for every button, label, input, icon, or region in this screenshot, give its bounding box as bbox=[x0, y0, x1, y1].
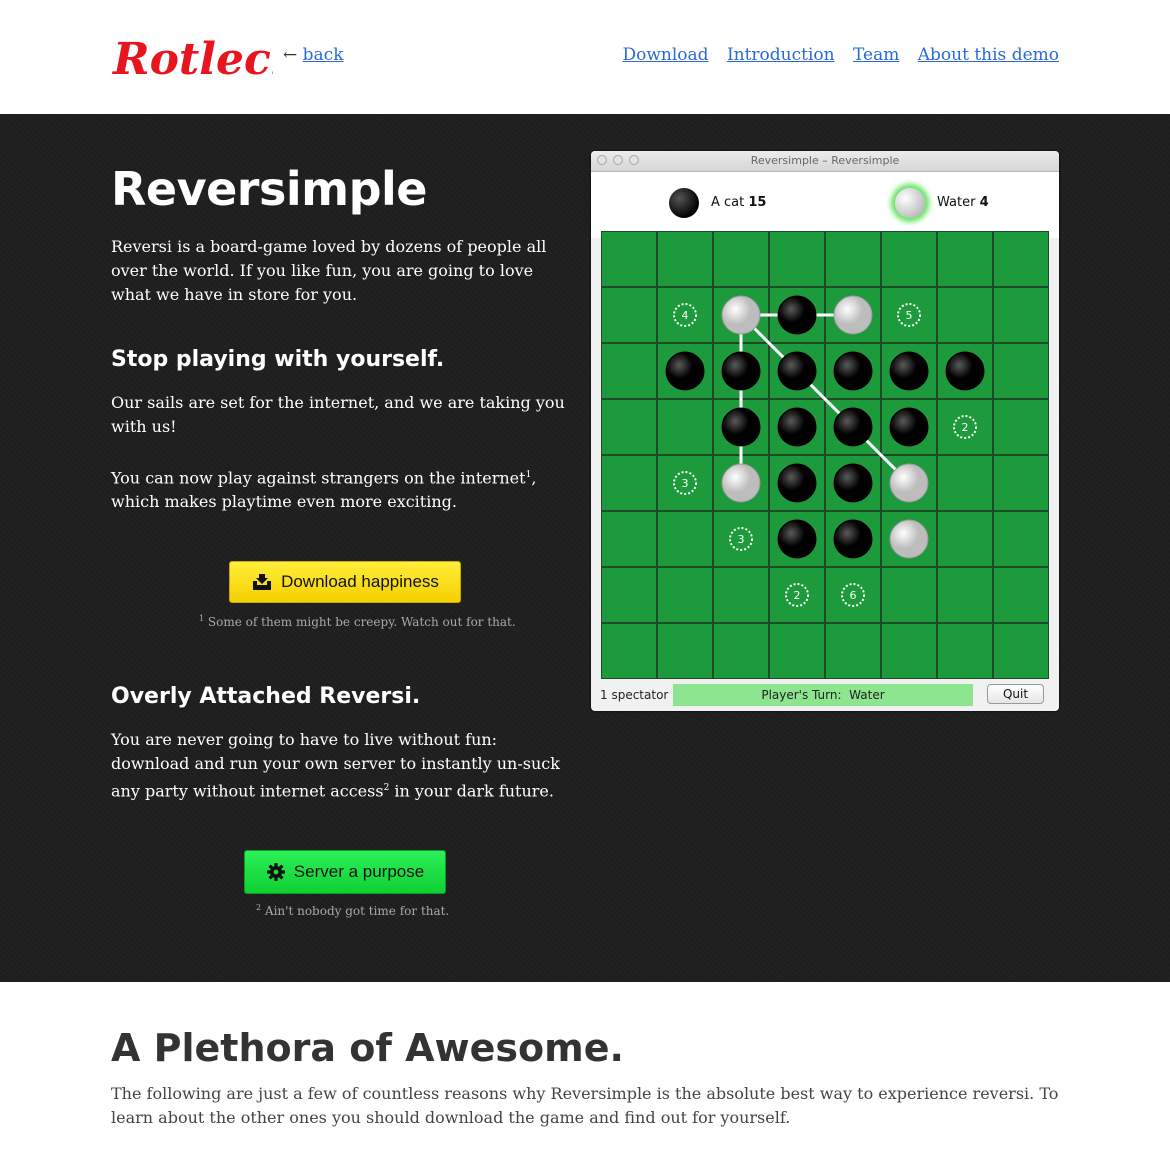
white-piece bbox=[833, 295, 873, 335]
footnote-2-text: Ain't nobody got time for that. bbox=[264, 904, 450, 918]
black-piece bbox=[833, 351, 873, 391]
minimize-window-button[interactable] bbox=[613, 155, 623, 165]
player1-name: A cat bbox=[711, 195, 745, 210]
footnote-1-text: Some of them might be creepy. Watch out … bbox=[207, 615, 516, 629]
black-piece bbox=[889, 407, 929, 447]
player1-piece-icon bbox=[669, 188, 699, 218]
zoom-window-button[interactable] bbox=[629, 155, 639, 165]
player1-label: A cat 15 bbox=[711, 195, 766, 210]
white-piece bbox=[889, 519, 929, 559]
download-button[interactable]: Download happiness bbox=[229, 561, 461, 603]
offline-text-end: in your dark future. bbox=[389, 781, 554, 801]
player1-score: 15 bbox=[748, 195, 767, 210]
download-tray-icon bbox=[253, 574, 272, 590]
black-piece bbox=[777, 351, 817, 391]
black-piece bbox=[665, 351, 705, 391]
black-piece bbox=[721, 351, 761, 391]
players-bar: A cat 15 Water 4 bbox=[591, 172, 1059, 238]
game-window: Reversimple – Reversimple A cat 15 Water… bbox=[591, 151, 1059, 711]
black-piece bbox=[833, 407, 873, 447]
offline-paragraph: You are never going to have to live with… bbox=[111, 728, 576, 803]
server-button-label: Server a purpose bbox=[293, 862, 425, 881]
black-piece bbox=[721, 407, 761, 447]
black-piece bbox=[945, 351, 985, 391]
white-piece bbox=[889, 463, 929, 503]
status-bar: 1 spectator Player's Turn: Water Quit bbox=[591, 682, 1059, 711]
features-title: A Plethora of Awesome. bbox=[111, 1026, 624, 1070]
intro-paragraph: Reversi is a board-game loved by dozens … bbox=[111, 237, 547, 304]
nav-team[interactable]: Team bbox=[853, 45, 899, 65]
game-board[interactable]: 4 5 2 3 3 2 6 bbox=[601, 231, 1049, 679]
hint-count: 5 bbox=[906, 309, 913, 322]
online-heading: Stop playing with yourself. bbox=[111, 347, 445, 372]
site-header: Rotlech ← back Download Introduction Tea… bbox=[0, 0, 1170, 114]
footnote-2: 2 Ain't nobody got time for that. bbox=[256, 903, 449, 918]
online-paragraph-1: Our sails are set for the internet, and … bbox=[111, 393, 565, 436]
black-piece bbox=[777, 407, 817, 447]
back-link[interactable]: back bbox=[303, 45, 344, 65]
black-piece bbox=[777, 295, 817, 335]
footnote-1: 1 Some of them might be creepy. Watch ou… bbox=[199, 614, 516, 629]
quit-button[interactable]: Quit bbox=[987, 684, 1044, 704]
turn-label: Player's Turn: bbox=[761, 688, 842, 702]
page-title: Reversimple bbox=[111, 162, 427, 216]
hint-count: 3 bbox=[682, 477, 689, 490]
footnote-2-mark: 2 bbox=[256, 903, 262, 912]
nav-about-demo[interactable]: About this demo bbox=[918, 45, 1059, 65]
server-button[interactable]: Server a purpose bbox=[244, 850, 446, 894]
turn-indicator: Player's Turn: Water bbox=[673, 684, 973, 706]
footnote-1-mark: 1 bbox=[199, 614, 205, 623]
hint-count: 3 bbox=[738, 533, 745, 546]
offline-heading: Overly Attached Reversi. bbox=[111, 684, 421, 709]
nav-download[interactable]: Download bbox=[622, 45, 708, 65]
black-piece bbox=[777, 463, 817, 503]
features-section: A Plethora of Awesome. The following are… bbox=[0, 982, 1170, 1152]
hero-section: Reversimple Reversi is a board-game love… bbox=[0, 114, 1170, 982]
download-button-label: Download happiness bbox=[281, 572, 439, 591]
black-piece bbox=[833, 519, 873, 559]
back-arrow-icon: ← bbox=[283, 45, 298, 65]
hint-count: 2 bbox=[794, 589, 801, 602]
top-nav: Download Introduction Team About this de… bbox=[609, 45, 1059, 65]
player2-score: 4 bbox=[979, 195, 989, 210]
nav-introduction[interactable]: Introduction bbox=[727, 45, 835, 65]
turn-player: Water bbox=[849, 688, 885, 702]
player2-piece-icon bbox=[895, 188, 925, 218]
online-paragraph-2: You can now play against strangers on th… bbox=[111, 463, 576, 514]
hint-count: 4 bbox=[682, 309, 689, 322]
features-text: The following are just a few of countles… bbox=[111, 1084, 1059, 1127]
hint-count: 2 bbox=[962, 421, 969, 434]
spectator-count: 1 spectator bbox=[600, 688, 669, 702]
black-piece bbox=[889, 351, 929, 391]
back-link-group: ← back bbox=[283, 45, 344, 65]
black-piece bbox=[833, 463, 873, 503]
black-piece bbox=[777, 519, 817, 559]
white-piece bbox=[721, 463, 761, 503]
player2-name: Water bbox=[937, 195, 976, 210]
player2-label: Water 4 bbox=[937, 195, 989, 210]
window-titlebar: Reversimple – Reversimple bbox=[591, 151, 1059, 172]
logo-text: Rotlech bbox=[111, 34, 273, 85]
close-window-button[interactable] bbox=[597, 155, 607, 165]
white-piece bbox=[721, 295, 761, 335]
hint-count: 6 bbox=[850, 589, 857, 602]
gear-icon bbox=[266, 863, 285, 881]
online-text: You can now play against strangers on th… bbox=[111, 468, 526, 488]
rotlech-logo[interactable]: Rotlech bbox=[111, 24, 273, 88]
window-title: Reversimple – Reversimple bbox=[750, 154, 900, 167]
